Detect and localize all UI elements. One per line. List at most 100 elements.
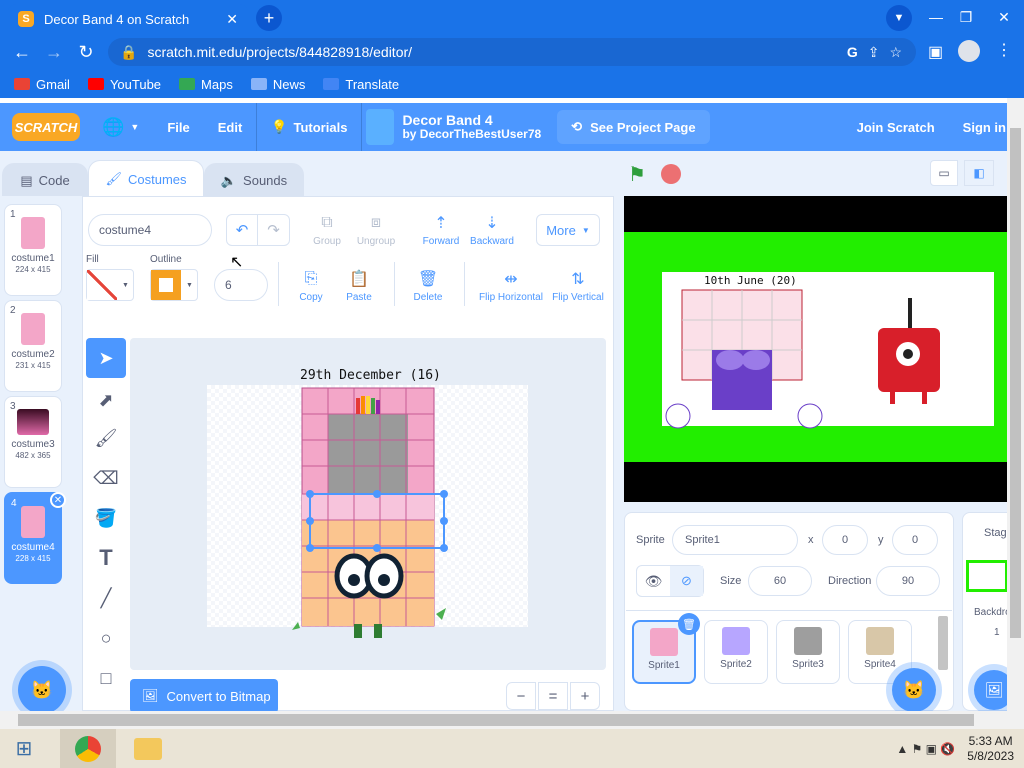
outline-width-input[interactable]: 6 [214,269,268,301]
green-flag-icon[interactable]: ⚑ [628,162,646,187]
bookmark-news[interactable]: News [250,77,305,92]
bookmark-maps[interactable]: Maps [179,77,233,92]
chrome-taskbar-button[interactable] [60,729,116,768]
see-project-page-button[interactable]: ⟲ See Project Page [557,110,710,144]
chrome-menu-icon[interactable]: ⋮ [996,40,1012,60]
fill-tool[interactable]: 🪣 [86,498,126,538]
window-close-icon[interactable]: ✕ [984,0,1024,34]
costume-item[interactable]: 2 costume2 231 x 415 [4,300,62,392]
reshape-tool[interactable]: ⬈ [86,380,126,420]
share-icon[interactable]: ⇪ [868,44,880,61]
copy-button[interactable]: ⎘ Copy [296,270,326,303]
delete-sprite-icon[interactable]: 🗑 [678,613,700,635]
costume-name-input[interactable]: costume4 [88,214,212,246]
back-icon[interactable]: ← [6,42,38,63]
costume-item[interactable]: 1 costume1 224 x 415 [4,204,62,296]
forward-button[interactable]: ⇡ Forward [420,214,462,247]
tray-icons[interactable]: ▲ ⚑ ▣ 🔇 [896,742,955,756]
y-position-input[interactable]: 0 [892,525,938,555]
more-menu-button[interactable]: More ▼ [536,214,600,246]
windows-start-icon[interactable]: ⊞ [0,729,48,768]
sprite-name-input[interactable]: Sprite1 [672,525,798,555]
profile-avatar[interactable] [958,40,980,62]
language-menu[interactable]: 🌐 ▼ [88,103,153,151]
tab-title: Decor Band 4 on Scratch [44,11,190,27]
fill-color-picker[interactable]: ▼ [86,269,134,301]
x-position-input[interactable]: 0 [822,525,868,555]
line-tool[interactable]: ╱ [86,578,126,618]
vertical-scroll-thumb[interactable] [1010,128,1021,638]
stage-canvas[interactable]: 10th June (20) [624,196,1008,502]
edit-menu[interactable]: Edit [204,103,257,151]
group-button[interactable]: ⧉ Group [312,214,342,247]
zoom-reset-button[interactable]: = [538,682,568,710]
undo-icon[interactable]: ↶ [227,215,259,245]
join-scratch-link[interactable]: Join Scratch [843,103,949,151]
side-panel-icon[interactable]: ▣ [928,42,943,62]
file-explorer-button[interactable] [126,729,170,768]
rectangle-tool[interactable]: □ [86,658,126,698]
new-tab-button[interactable]: + [256,5,282,31]
choose-sprite-button[interactable]: 🐱 [892,668,936,712]
tab-costumes[interactable]: 🖌 Costumes [88,160,204,197]
close-tab-icon[interactable]: ✕ [226,11,238,28]
delete-costume-icon[interactable]: ✕ [50,492,66,508]
restore-icon[interactable]: ❐ [946,0,986,34]
google-icon[interactable]: G [847,44,858,60]
choose-costume-button[interactable]: 🐱 [18,666,66,714]
file-menu[interactable]: File [153,103,203,151]
bookmark-translate[interactable]: Translate [323,77,399,92]
drawing-band [302,494,434,522]
tab-code[interactable]: ▤ Code [2,163,88,197]
sprite-item[interactable]: Sprite2 [704,620,768,684]
bookmark-youtube[interactable]: YouTube [87,77,161,92]
zoom-in-button[interactable]: + [570,682,600,710]
tab-sounds[interactable]: 🔈 Sounds [204,163,304,197]
vertical-scrollbar[interactable] [1007,98,1024,711]
select-tool[interactable]: ➤ [86,338,126,378]
address-bar[interactable]: 🔒 scratch.mit.edu/projects/844828918/edi… [108,38,916,66]
costume-drawing[interactable] [290,386,450,642]
sprite-item[interactable]: Sprite3 [776,620,840,684]
paste-button[interactable]: 📋 Paste [340,270,378,303]
zoom-out-button[interactable]: − [506,682,536,710]
scratch-logo[interactable]: SCRATCH [12,113,80,141]
small-stage-icon: ▭ [938,166,950,180]
horizontal-scroll-thumb[interactable] [18,714,974,726]
costume-item[interactable]: 3 costume3 482 x 365 [4,396,62,488]
direction-input[interactable]: 90 [876,566,940,596]
show-eye-icon[interactable]: 👁 [637,566,670,596]
size-input[interactable]: 60 [748,566,812,596]
ungroup-button[interactable]: ⧈ Ungroup [356,214,396,247]
outline-color-picker[interactable]: ▼ [150,269,198,301]
backward-button[interactable]: ⇣ Backward [468,214,516,247]
news-icon [250,78,267,90]
reload-icon[interactable]: ↻ [70,42,102,63]
rectangle-icon: □ [100,667,112,688]
flip-vertical-button[interactable]: ⇅ Flip Vertical [550,270,606,303]
eraser-tool[interactable]: ⌫ [86,458,126,498]
small-stage-button[interactable]: ▭ [930,160,958,186]
mouse-cursor-icon: ↖ [230,254,244,271]
bookmark-star-icon[interactable]: ☆ [889,44,902,61]
clock[interactable]: 5:33 AM 5/8/2023 [967,734,1014,764]
text-tool[interactable]: T [86,538,126,578]
large-stage-button[interactable]: ◧ [964,160,994,186]
scratch-menu-bar: SCRATCH 🌐 ▼ File Edit 💡 Tutorials Decor Ba… [0,103,1024,151]
convert-to-bitmap-button[interactable]: 🖼 Convert to Bitmap [130,679,278,713]
horizontal-scrollbar[interactable] [0,711,1024,729]
sprite-list-scrollbar[interactable] [938,616,948,670]
flip-horizontal-button[interactable]: ⇹ Flip Horizontal [478,270,544,303]
tutorials-button[interactable]: 💡 Tutorials [257,103,361,151]
circle-tool[interactable]: ○ [86,618,126,658]
stop-icon[interactable] [661,164,681,184]
delete-button[interactable]: 🗑 Delete [410,270,446,303]
redo-icon[interactable]: ↷ [258,215,289,245]
browser-tab[interactable]: S Decor Band 4 on Scratch ✕ [8,4,248,34]
forward-icon[interactable]: → [38,42,70,63]
hide-eye-icon[interactable]: ⊘ [670,566,703,596]
bookmark-gmail[interactable]: Gmail [14,77,70,92]
chevron-down-icon: ▼ [122,281,129,289]
tab-search-button[interactable]: ▼ [886,5,912,31]
brush-tool[interactable]: 🖌 [86,418,126,458]
